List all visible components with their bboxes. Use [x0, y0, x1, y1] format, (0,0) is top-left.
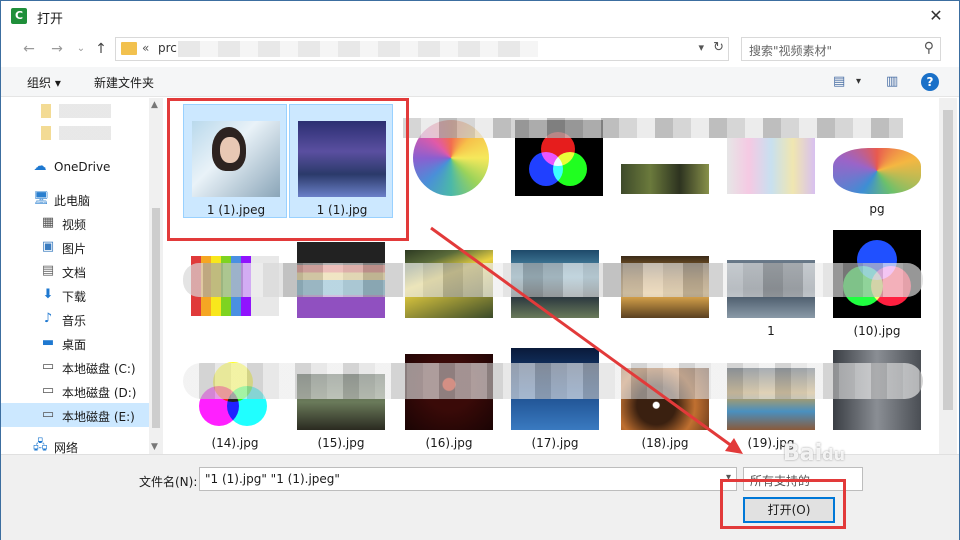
chevron-down-icon[interactable]: ▾	[856, 76, 861, 87]
selection-highlight-box	[167, 98, 409, 241]
path-blurred	[178, 41, 538, 57]
filename-label: 文件名(N):	[139, 475, 198, 489]
chevron-up-icon[interactable]: ▲	[151, 100, 158, 110]
help-icon[interactable]: ?	[921, 73, 939, 91]
open-button-highlight-box	[720, 479, 846, 529]
scrollbar-thumb[interactable]	[943, 110, 953, 410]
file-name: (14).jpg	[211, 436, 259, 450]
sidebar-item-label: 本地磁盘 (D:)	[62, 386, 137, 400]
navigation-pane: ☁ OneDrive 🖥 此电脑 ▦ 视频 ▣ 图片 ▤ 文档 ⬇ 下载 ♪ 音…	[1, 98, 163, 455]
cloud-icon: ☁	[33, 159, 47, 174]
dialog-title: 打开	[37, 12, 64, 27]
file-thumbnail	[727, 138, 815, 194]
sidebar-item-this-pc[interactable]: 🖥 此电脑	[1, 187, 163, 211]
file-name: (10).jpg	[853, 324, 901, 338]
sidebar-item-drive-d[interactable]: ▭ 本地磁盘 (D:)	[1, 379, 163, 403]
refresh-icon[interactable]: ↻	[713, 40, 724, 55]
file-name: (15).jpg	[317, 436, 365, 450]
toolbar: 组织 ▾ 新建文件夹 ▤ ▾ ▥ ?	[1, 67, 959, 97]
recent-locations-icon[interactable]: ⌄	[71, 39, 91, 59]
documents-icon: ▤	[41, 263, 55, 278]
sidebar-item-drive-c[interactable]: ▭ 本地磁盘 (C:)	[1, 355, 163, 379]
sidebar-item-label: 文档	[62, 266, 87, 280]
back-arrow-icon[interactable]: ←	[19, 39, 39, 59]
pictures-icon: ▣	[41, 239, 55, 254]
app-logo-icon: C	[11, 8, 27, 24]
sidebar-item-drive-e[interactable]: ▭ 本地磁盘 (E:)	[1, 403, 149, 427]
address-bar[interactable]: « prc ▾ ↻	[115, 37, 729, 61]
sidebar-item-label: 本地磁盘 (C:)	[62, 362, 136, 376]
download-icon: ⬇	[42, 287, 54, 302]
file-list-scrollbar[interactable]	[939, 98, 957, 454]
blur-overlay	[183, 363, 923, 399]
search-icon[interactable]: ⚲	[924, 40, 934, 56]
navigation-row: ← → ⌄ ↑ « prc ▾ ↻ 搜索"视频素材" ⚲	[1, 35, 959, 63]
preview-pane-icon[interactable]: ▥	[886, 74, 898, 89]
music-icon: ♪	[43, 311, 53, 326]
folder-icon	[121, 42, 137, 55]
sidebar-item-label: OneDrive	[54, 160, 111, 174]
organize-menu[interactable]: 组织 ▾	[27, 74, 61, 91]
sidebar-item-videos[interactable]: ▦ 视频	[1, 211, 163, 235]
file-name: 1	[767, 324, 775, 338]
sidebar-item-label: 此电脑	[54, 194, 91, 208]
new-folder-button[interactable]: 新建文件夹	[94, 74, 154, 91]
filename-value: "1 (1).jpg" "1 (1).jpeg"	[205, 472, 340, 486]
forward-arrow-icon[interactable]: →	[47, 39, 67, 59]
search-placeholder: 搜索"视频素材"	[749, 44, 833, 58]
file-name: (16).jpg	[425, 436, 473, 450]
file-name: pg	[869, 202, 885, 216]
file-thumbnail	[621, 164, 709, 194]
path-overflow[interactable]: «	[142, 41, 149, 55]
close-button[interactable]: ✕	[913, 1, 959, 31]
chevron-down-icon[interactable]: ▼	[151, 442, 158, 452]
sidebar-item-label: 图片	[62, 242, 87, 256]
search-box[interactable]: 搜索"视频素材" ⚲	[741, 37, 941, 61]
blur-overlay	[183, 263, 923, 297]
drive-icon: ▭	[41, 383, 55, 398]
sidebar-item-label: 下载	[62, 290, 87, 304]
video-icon: ▦	[41, 215, 55, 230]
view-options-icon[interactable]: ▤	[833, 74, 845, 89]
sidebar-item-music[interactable]: ♪ 音乐	[1, 307, 163, 331]
sidebar-item-onedrive[interactable]: ☁ OneDrive	[1, 155, 163, 179]
sidebar-item-downloads[interactable]: ⬇ 下载	[1, 283, 163, 307]
drive-icon: ▭	[41, 359, 55, 374]
title-bar: C 打开 ✕	[1, 1, 959, 31]
sidebar-item-documents[interactable]: ▤ 文档	[1, 259, 163, 283]
file-name: (18).jpg	[641, 436, 689, 450]
blur-overlay	[403, 118, 903, 138]
up-arrow-icon[interactable]: ↑	[91, 39, 111, 59]
quick-access-blurred	[41, 126, 151, 140]
scrollbar-thumb[interactable]	[152, 208, 160, 428]
watermark-logo: Baidu	[783, 441, 845, 466]
sidebar-item-label: 视频	[62, 218, 87, 232]
computer-icon: 🖥	[33, 191, 50, 206]
file-name: (17).jpg	[531, 436, 579, 450]
sidebar-item-label: 桌面	[62, 338, 87, 352]
filename-input[interactable]: "1 (1).jpg" "1 (1).jpeg" ▾	[199, 467, 737, 491]
color-circle	[553, 152, 587, 186]
file-thumbnail	[833, 148, 921, 194]
network-icon: 🖧	[33, 438, 48, 453]
desktop-icon: ▬	[41, 335, 55, 350]
chevron-down-icon[interactable]: ▾	[698, 41, 704, 54]
sidebar-item-label: 本地磁盘 (E:)	[62, 410, 135, 424]
sidebar-scrollbar[interactable]: ▲ ▼	[149, 98, 163, 454]
sidebar-item-desktop[interactable]: ▬ 桌面	[1, 331, 163, 355]
open-file-dialog: C 打开 ✕ ← → ⌄ ↑ « prc ▾ ↻ 搜索"视频素材" ⚲ 组织 ▾…	[0, 0, 960, 540]
sidebar-item-label: 音乐	[62, 314, 87, 328]
path-text[interactable]: prc	[158, 41, 177, 55]
quick-access-blurred	[41, 104, 151, 118]
drive-icon: ▭	[41, 407, 55, 422]
sidebar-item-pictures[interactable]: ▣ 图片	[1, 235, 163, 259]
